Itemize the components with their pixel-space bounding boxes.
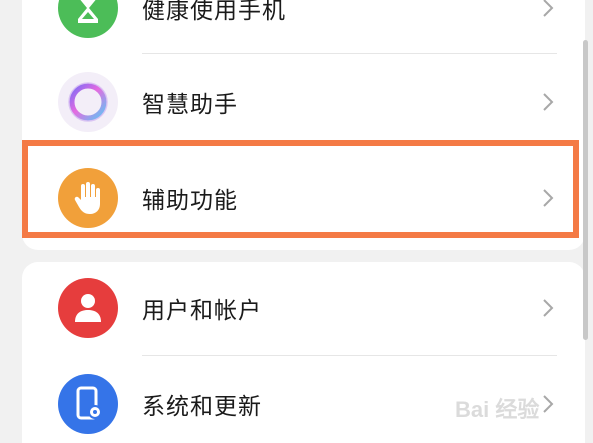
chevron-right-icon: [543, 395, 554, 413]
settings-item-label: 用户和帐户: [142, 298, 262, 324]
settings-item-accessibility[interactable]: 辅助功能: [22, 150, 585, 246]
hourglass-icon: [58, 0, 118, 38]
scrollbar[interactable]: [583, 40, 588, 340]
chevron-right-icon: [543, 93, 554, 111]
chevron-right-icon: [543, 299, 554, 317]
user-icon: [58, 278, 118, 338]
phone-gear-icon: [58, 374, 118, 434]
settings-item-label: 智慧助手: [142, 92, 238, 118]
chevron-right-icon: [543, 0, 554, 17]
settings-item-label: 系统和更新: [142, 394, 262, 420]
hand-icon: [58, 168, 118, 228]
chevron-right-icon: [543, 189, 554, 207]
settings-item-label: 辅助功能: [142, 188, 238, 214]
settings-item-smart-assistant[interactable]: 智慧助手: [22, 54, 585, 150]
settings-item-system-updates[interactable]: 系统和更新: [22, 356, 585, 443]
settings-screen: 健康使用手机 智慧助手 辅助功能 用户和帐户 系统和更新 Bai 经验: [0, 0, 593, 443]
settings-item-label: 健康使用手机: [142, 0, 286, 24]
settings-item-users-accounts[interactable]: 用户和帐户: [22, 260, 585, 356]
settings-item-digital-balance[interactable]: 健康使用手机: [22, 0, 585, 56]
assistant-ring-icon: [58, 72, 118, 132]
